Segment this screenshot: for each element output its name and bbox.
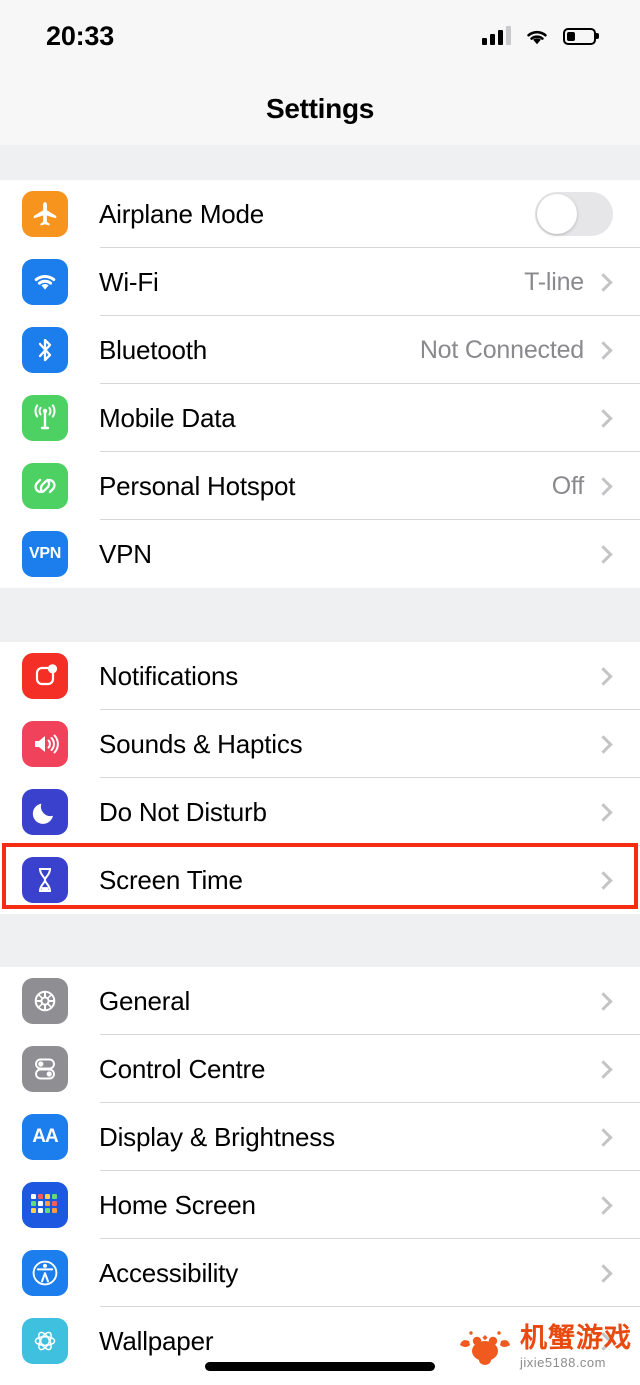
settings-row-label: Personal Hotspot bbox=[99, 470, 296, 501]
settings-row-label: Mobile Data bbox=[99, 402, 236, 433]
do-not-disturb-moon-icon bbox=[22, 789, 68, 835]
accessibility-icon bbox=[22, 1250, 68, 1296]
airplane-mode-toggle[interactable] bbox=[535, 192, 613, 236]
section-gap-top bbox=[0, 145, 640, 180]
settings-row-label: Control Centre bbox=[99, 1053, 266, 1084]
settings-row-personal-hotspot[interactable]: Personal Hotspot Off bbox=[0, 452, 640, 520]
settings-row-detail: Not Connected bbox=[419, 335, 584, 364]
section-gap-1 bbox=[0, 588, 640, 642]
settings-group-alerts: Notifications Sounds & Haptics Do Not Di… bbox=[0, 642, 640, 914]
iphone-settings-screen: 20:33 Settings Airplane Mode Wi-Fi T-lin… bbox=[0, 0, 640, 1385]
settings-row-screen-time[interactable]: Screen Time bbox=[0, 846, 640, 914]
watermark-brand: 机蟹游戏 bbox=[520, 1323, 632, 1354]
chevron-right-icon bbox=[594, 476, 613, 496]
battery-icon bbox=[563, 27, 596, 45]
chevron-right-icon bbox=[594, 272, 613, 292]
watermark-text: 机蟹游戏 jixie5188.com bbox=[520, 1325, 632, 1369]
chevron-right-icon bbox=[594, 340, 613, 360]
settings-row-general[interactable]: General bbox=[0, 967, 640, 1035]
home-indicator[interactable] bbox=[205, 1362, 435, 1371]
airplane-icon bbox=[22, 191, 68, 237]
settings-row-label: Accessibility bbox=[99, 1257, 238, 1288]
settings-row-mobile-data[interactable]: Mobile Data bbox=[0, 384, 640, 452]
chevron-right-icon bbox=[594, 1195, 613, 1215]
wifi-icon bbox=[22, 259, 68, 305]
settings-row-display-brightness[interactable]: AA Display & Brightness bbox=[0, 1103, 640, 1171]
settings-row-label: VPN bbox=[99, 538, 152, 569]
status-bar: 20:33 bbox=[0, 0, 640, 72]
chevron-right-icon bbox=[594, 1127, 613, 1147]
chevron-right-icon bbox=[594, 408, 613, 428]
screen-time-hourglass-icon bbox=[22, 857, 68, 903]
notifications-icon bbox=[22, 653, 68, 699]
chevron-right-icon bbox=[594, 544, 613, 564]
settings-row-wifi[interactable]: Wi-Fi T-line bbox=[0, 248, 640, 316]
chevron-right-icon bbox=[594, 734, 613, 754]
home-screen-icon bbox=[22, 1182, 68, 1228]
chevron-right-icon bbox=[594, 991, 613, 1011]
settings-row-label: Sounds & Haptics bbox=[99, 728, 303, 759]
chevron-right-icon bbox=[594, 870, 613, 890]
settings-row-detail: T-line bbox=[524, 267, 584, 296]
settings-row-airplane-mode[interactable]: Airplane Mode bbox=[0, 180, 640, 248]
settings-row-accessibility[interactable]: Accessibility bbox=[0, 1239, 640, 1307]
wifi-icon bbox=[524, 27, 550, 46]
settings-row-vpn[interactable]: VPN VPN bbox=[0, 520, 640, 588]
chevron-right-icon bbox=[594, 1263, 613, 1283]
crab-logo-icon bbox=[458, 1327, 512, 1367]
chevron-right-icon bbox=[594, 1059, 613, 1079]
vpn-icon: VPN bbox=[22, 531, 68, 577]
settings-row-label: Screen Time bbox=[99, 864, 243, 895]
watermark: 机蟹游戏 jixie5188.com bbox=[458, 1325, 632, 1369]
personal-hotspot-icon bbox=[22, 463, 68, 509]
settings-row-do-not-disturb[interactable]: Do Not Disturb bbox=[0, 778, 640, 846]
general-gear-icon bbox=[22, 978, 68, 1024]
section-gap-2 bbox=[0, 914, 640, 967]
settings-row-home-screen[interactable]: Home Screen bbox=[0, 1171, 640, 1239]
settings-group-system: General Control Centre AA Display & Brig… bbox=[0, 967, 640, 1375]
display-brightness-icon: AA bbox=[22, 1114, 68, 1160]
settings-row-label: Bluetooth bbox=[99, 334, 208, 365]
chevron-right-icon bbox=[594, 802, 613, 822]
chevron-right-icon bbox=[594, 666, 613, 686]
cellular-signal-icon bbox=[482, 26, 511, 45]
watermark-url: jixie5188.com bbox=[520, 1355, 606, 1370]
page-title: Settings bbox=[265, 92, 375, 124]
navigation-bar: Settings bbox=[0, 72, 640, 145]
mobile-data-icon bbox=[22, 395, 68, 441]
settings-row-label: Notifications bbox=[99, 660, 239, 691]
status-bar-indicators bbox=[482, 26, 596, 46]
settings-row-label: Wi-Fi bbox=[99, 266, 159, 297]
settings-row-detail: Off bbox=[551, 471, 584, 500]
settings-group-connectivity: Airplane Mode Wi-Fi T-line Bluetooth Not… bbox=[0, 180, 640, 588]
settings-row-label: Airplane Mode bbox=[99, 198, 265, 229]
status-bar-time: 20:33 bbox=[46, 20, 115, 51]
settings-row-label: Display & Brightness bbox=[99, 1121, 335, 1152]
settings-row-bluetooth[interactable]: Bluetooth Not Connected bbox=[0, 316, 640, 384]
settings-row-label: Do Not Disturb bbox=[99, 796, 267, 827]
wallpaper-icon bbox=[22, 1318, 68, 1364]
settings-row-sounds-haptics[interactable]: Sounds & Haptics bbox=[0, 710, 640, 778]
sounds-haptics-icon bbox=[22, 721, 68, 767]
settings-row-label: General bbox=[99, 985, 191, 1016]
control-centre-icon bbox=[22, 1046, 68, 1092]
settings-row-notifications[interactable]: Notifications bbox=[0, 642, 640, 710]
bluetooth-icon bbox=[22, 327, 68, 373]
settings-row-label: Home Screen bbox=[99, 1189, 256, 1220]
settings-row-control-centre[interactable]: Control Centre bbox=[0, 1035, 640, 1103]
